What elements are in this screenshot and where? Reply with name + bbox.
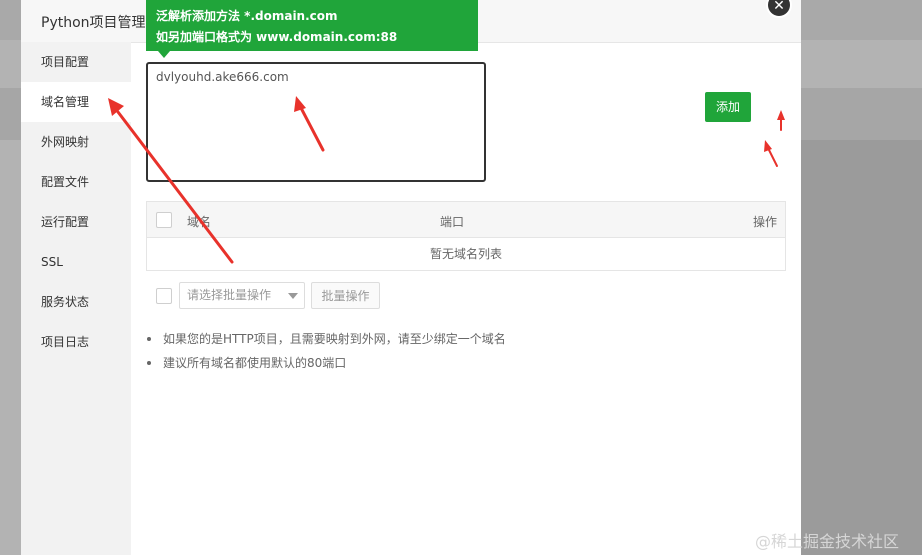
sidebar-item-project-log[interactable]: 项目日志	[21, 322, 131, 362]
sidebar-item-external-mapping[interactable]: 外网映射	[21, 122, 131, 162]
batch-select-placeholder: 请选择批量操作	[187, 288, 272, 302]
tooltip-line-wildcard: 泛解析添加方法 *.domain.com	[156, 9, 338, 23]
tooltip-line-port: 如另加端口格式为 www.domain.com:88	[156, 30, 398, 44]
batch-action-button[interactable]: 批量操作	[311, 282, 380, 309]
chevron-down-icon	[288, 293, 298, 299]
sidebar-item-run-config[interactable]: 运行配置	[21, 202, 131, 242]
sidebar: 项目配置 域名管理 外网映射 配置文件 运行配置 SSL 服务状态 项目日志	[21, 42, 131, 555]
tip-item-http: 如果您的是HTTP项目，且需要映射到外网，请至少绑定一个域名	[147, 329, 506, 353]
domain-table: 域名 端口 操作 暂无域名列表	[146, 201, 786, 271]
sidebar-item-project-config[interactable]: 项目配置	[21, 42, 131, 82]
column-header-actions: 操作	[752, 215, 777, 229]
sidebar-item-service-status[interactable]: 服务状态	[21, 282, 131, 322]
domain-input[interactable]: dvlyouhd.ake666.com	[146, 62, 486, 182]
sidebar-item-domain-management[interactable]: 域名管理	[21, 82, 131, 122]
sidebar-item-config-file[interactable]: 配置文件	[21, 162, 131, 202]
tooltip-caret	[158, 51, 170, 58]
table-empty-message: 暂无域名列表	[429, 247, 502, 261]
select-all-checkbox[interactable]	[156, 212, 172, 228]
background-page-overlay	[800, 140, 922, 555]
add-domain-button[interactable]: 添加	[705, 92, 751, 122]
table-header: 域名 端口 操作	[147, 202, 785, 238]
domain-format-tooltip: 泛解析添加方法 *.domain.com 如另加端口格式为 www.domain…	[146, 0, 478, 51]
modal-title: Python项目管理	[41, 15, 146, 31]
tips-list: 如果您的是HTTP项目，且需要映射到外网，请至少绑定一个域名 建议所有域名都使用…	[147, 329, 506, 377]
batch-select-checkbox[interactable]	[156, 288, 172, 304]
sidebar-item-ssl[interactable]: SSL	[21, 242, 131, 282]
batch-action-select[interactable]: 请选择批量操作	[179, 282, 305, 309]
watermark: @稀土掘金技术社区	[755, 532, 900, 551]
column-header-port: 端口	[440, 215, 465, 229]
tip-item-port: 建议所有域名都使用默认的80端口	[147, 353, 506, 377]
column-header-domain: 域名	[187, 215, 212, 229]
